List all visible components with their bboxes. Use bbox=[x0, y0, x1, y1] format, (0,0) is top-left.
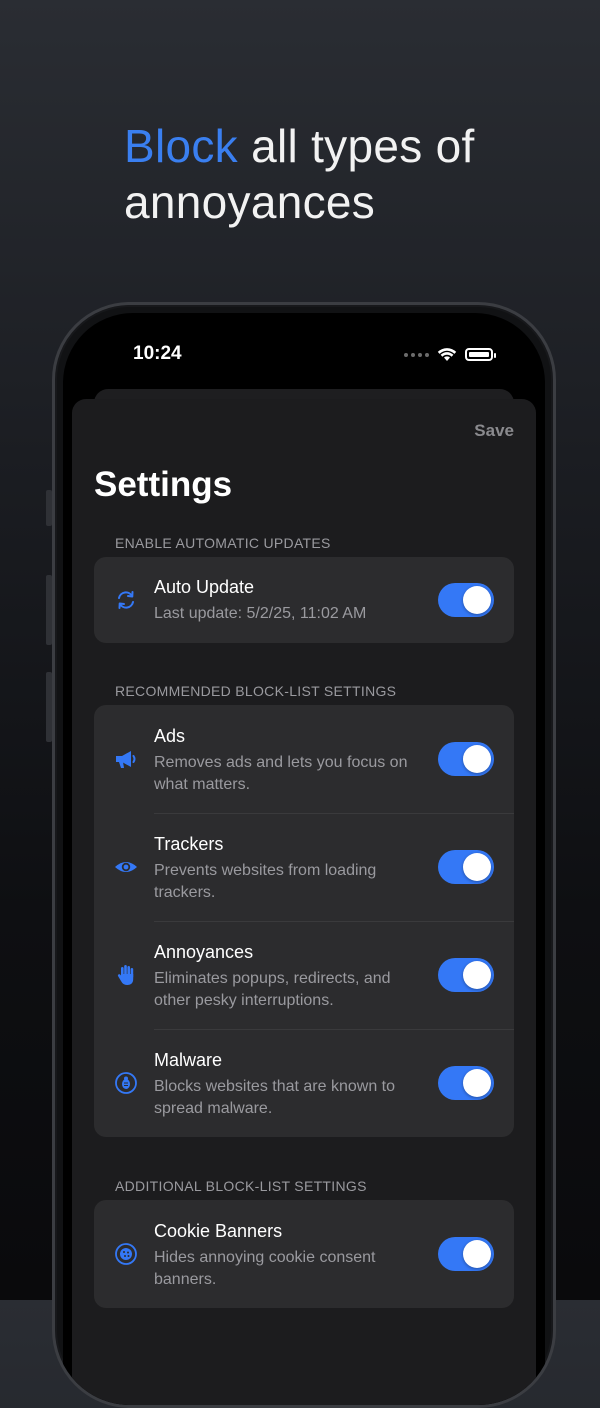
hand-icon bbox=[117, 965, 134, 985]
setting-description: Last update: 5/2/25, 11:02 AM bbox=[154, 605, 367, 622]
auto-update-toggle[interactable] bbox=[438, 583, 494, 617]
toggle-knob bbox=[463, 1069, 491, 1097]
headline-accent: Block bbox=[124, 120, 238, 172]
cookie-icon bbox=[115, 1243, 137, 1265]
battery-icon bbox=[465, 348, 496, 361]
setting-title: Malware bbox=[154, 1050, 223, 1070]
toggle-knob bbox=[463, 853, 491, 881]
status-icons bbox=[404, 347, 496, 362]
settings-sheet: Save Settings ENABLE AUTOMATIC UPDATES A… bbox=[72, 399, 536, 1405]
save-button[interactable]: Save bbox=[474, 421, 514, 441]
setting-description: Blocks websites that are known to spread… bbox=[154, 1078, 396, 1117]
setting-row-auto-update[interactable]: Auto Update Last update: 5/2/25, 11:02 A… bbox=[94, 557, 514, 643]
malware-toggle[interactable] bbox=[438, 1066, 494, 1100]
annoyances-toggle[interactable] bbox=[438, 958, 494, 992]
setting-row-trackers[interactable]: Trackers Prevents websites from loading … bbox=[94, 813, 514, 921]
setting-row-ads[interactable]: Ads Removes ads and lets you focus on wh… bbox=[94, 705, 514, 813]
signal-dots-icon bbox=[404, 352, 429, 357]
setting-description: Prevents websites from loading trackers. bbox=[154, 862, 377, 901]
group-additional: Cookie Banners Hides annoying cookie con… bbox=[94, 1200, 514, 1308]
toggle-knob bbox=[463, 586, 491, 614]
phone-screen: 10:24 Save Settings ENABLE AUTOMATIC UPD… bbox=[63, 313, 545, 1405]
bug-icon bbox=[115, 1072, 137, 1094]
setting-description: Hides annoying cookie consent banners. bbox=[154, 1249, 376, 1288]
setting-title: Ads bbox=[154, 726, 186, 746]
toggle-knob bbox=[463, 1240, 491, 1268]
group-recommended: Ads Removes ads and lets you focus on wh… bbox=[94, 705, 514, 1137]
group-automatic-updates: Auto Update Last update: 5/2/25, 11:02 A… bbox=[94, 557, 514, 643]
wifi-icon bbox=[437, 348, 457, 361]
megaphone-icon bbox=[116, 751, 136, 768]
setting-title: Cookie Banners bbox=[154, 1221, 283, 1241]
setting-description: Eliminates popups, redirects, and other … bbox=[154, 970, 391, 1009]
section-label-automatic-updates: ENABLE AUTOMATIC UPDATES bbox=[115, 535, 331, 551]
section-label-recommended: RECOMMENDED BLOCK-LIST SETTINGS bbox=[115, 683, 397, 699]
setting-row-malware[interactable]: Malware Blocks websites that are known t… bbox=[94, 1029, 514, 1137]
cookie-banners-toggle[interactable] bbox=[438, 1237, 494, 1271]
phone-frame: 10:24 Save Settings ENABLE AUTOMATIC UPD… bbox=[52, 302, 556, 1408]
setting-title: Annoyances bbox=[154, 942, 254, 962]
ads-toggle[interactable] bbox=[438, 742, 494, 776]
setting-title: Auto Update bbox=[154, 577, 255, 597]
section-label-additional: ADDITIONAL BLOCK-LIST SETTINGS bbox=[115, 1178, 367, 1194]
status-time: 10:24 bbox=[133, 343, 182, 364]
setting-row-cookie-banners[interactable]: Cookie Banners Hides annoying cookie con… bbox=[94, 1200, 514, 1308]
headline: Block all types of annoyances bbox=[124, 118, 564, 230]
toggle-knob bbox=[463, 961, 491, 989]
setting-description: Removes ads and lets you focus on what m… bbox=[154, 754, 408, 793]
page-title: Settings bbox=[94, 465, 233, 504]
setting-title: Trackers bbox=[154, 834, 224, 854]
setting-row-annoyances[interactable]: Annoyances Eliminates popups, redirects,… bbox=[94, 921, 514, 1029]
refresh-icon bbox=[118, 591, 134, 609]
eye-icon bbox=[115, 862, 137, 872]
toggle-knob bbox=[463, 745, 491, 773]
trackers-toggle[interactable] bbox=[438, 850, 494, 884]
